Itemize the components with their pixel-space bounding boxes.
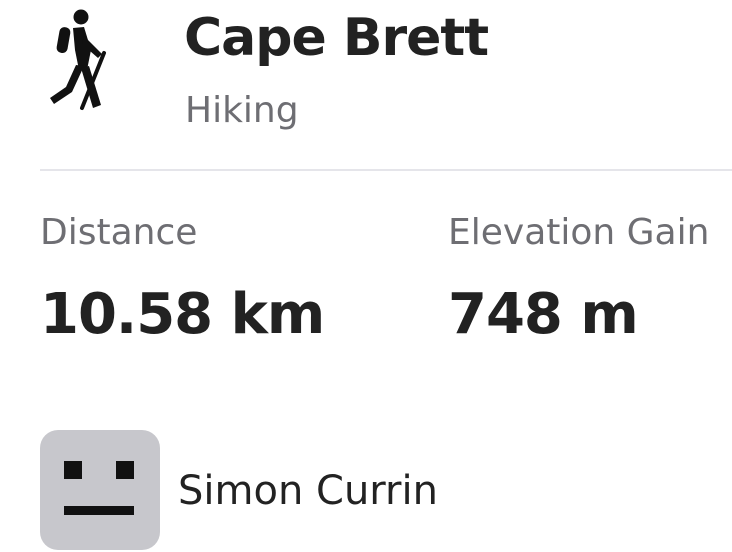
elevation-gain-value: 748 m xyxy=(448,282,639,347)
user-row[interactable]: Simon Currin xyxy=(40,430,732,550)
avatar-mouth xyxy=(64,506,134,515)
avatar-left-eye xyxy=(64,461,82,479)
divider xyxy=(40,169,732,171)
activity-type: Hiking xyxy=(185,90,299,131)
hiker-icon xyxy=(50,9,106,110)
elevation-gain-stat: Elevation Gain 748 m xyxy=(448,210,709,347)
distance-value: 10.58 km xyxy=(40,282,325,347)
avatar-right-eye xyxy=(116,461,134,479)
elevation-gain-label: Elevation Gain xyxy=(448,212,710,253)
distance-label: Distance xyxy=(40,212,198,253)
activity-title: Cape Brett xyxy=(184,8,489,68)
activity-header: Cape Brett Hiking xyxy=(0,0,732,170)
user-name[interactable]: Simon Currin xyxy=(178,466,438,516)
default-avatar-icon[interactable] xyxy=(40,430,160,550)
distance-stat: Distance 10.58 km xyxy=(40,210,325,347)
